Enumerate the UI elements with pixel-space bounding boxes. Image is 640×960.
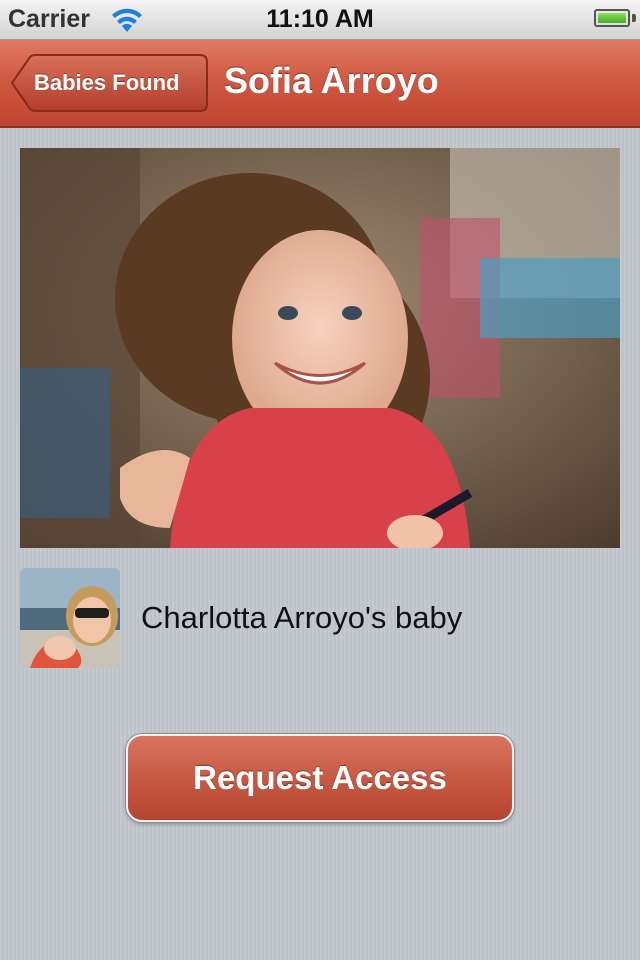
request-access-button[interactable]: Request Access — [126, 734, 514, 822]
status-bar: Carrier 11:10 AM — [0, 0, 640, 40]
battery-icon — [594, 9, 630, 27]
battery-tip — [632, 14, 636, 22]
parent-avatar-image — [20, 568, 120, 668]
request-access-label: Request Access — [193, 759, 447, 796]
page-title: Sofia Arroyo — [224, 60, 439, 101]
parent-row[interactable]: Charlotta Arroyo's baby — [20, 568, 620, 668]
parent-name: Charlotta Arroyo's baby — [141, 600, 463, 635]
status-time: 11:10 AM — [266, 5, 374, 33]
battery-level — [598, 13, 626, 23]
baby-photo[interactable] — [20, 148, 620, 548]
parent-avatar — [20, 568, 120, 668]
baby-photo-image — [20, 148, 620, 548]
navigation-bar: Babies Found Sofia Arroyo — [0, 40, 640, 128]
content-area: Charlotta Arroyo's baby Request Access — [0, 128, 640, 960]
back-button-label: Babies Found — [34, 70, 180, 95]
back-button[interactable]: Babies Found — [10, 54, 208, 112]
